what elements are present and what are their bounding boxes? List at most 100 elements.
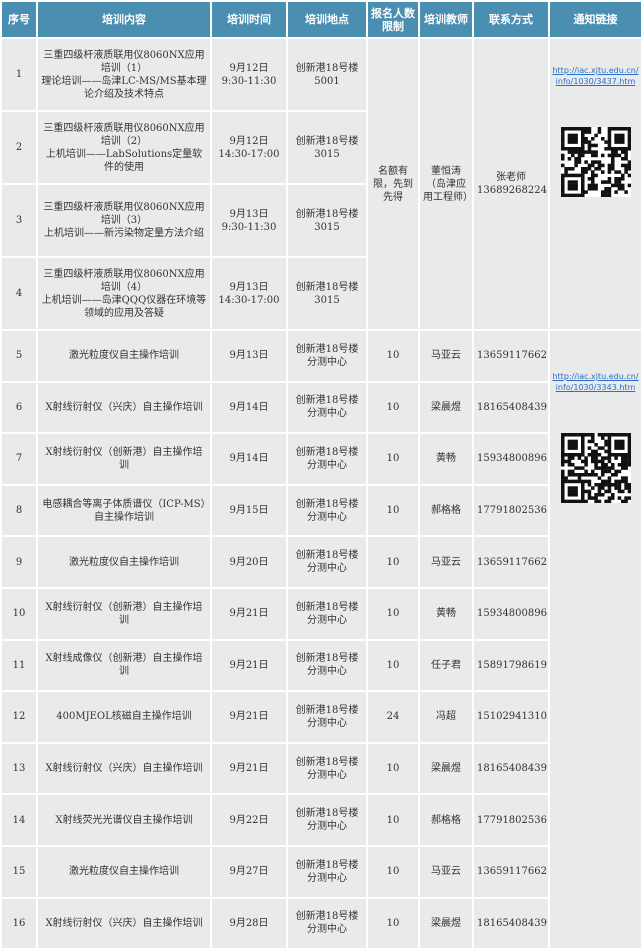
row-no: 15	[0, 844, 38, 899]
table-row: 15 激光粒度仪自主操作培训 9月27日 创新港18号楼分测中心 10 马亚云 136591…	[0, 844, 641, 899]
row-time: 9月13日 14:30-17:00	[210, 256, 288, 331]
row-content: X射线衍射仪（兴庆）自主操作培训	[36, 741, 212, 796]
table-row: 9 激光粒度仪自主操作培训 9月20日 创新港18号楼分测中心 10 马亚云 1365911…	[0, 535, 641, 589]
table-row: 1 三重四级杆液质联用仪8060NX应用培训（1） 理论培训——岛津LC-MS/MS…	[0, 37, 641, 331]
row-time-line: 9:30-11:30	[221, 75, 277, 87]
row-time-line: 9月12日	[229, 135, 269, 147]
row-content: 三重四级杆液质联用仪8060NX应用培训（4） 上机培训——岛津QQQ仪器在环境等…	[36, 256, 212, 331]
row-place: 创新港18号楼分测中心	[286, 638, 368, 693]
row-time-line: 9:30-11:30	[221, 221, 277, 233]
row-content: X射线衍射仪（创新港）自主操作培训	[36, 586, 212, 641]
row-contact: 18165408439	[472, 896, 550, 950]
notify-link-cell: http://iac.xjtu.edu.cn/info/1030/3437.ht…	[548, 37, 641, 331]
header-contact: 联系方式	[472, 0, 550, 39]
header-time: 培训时间	[210, 0, 288, 39]
row-place: 创新港18号楼分测中心	[286, 793, 368, 847]
row-teacher: 任子君	[418, 638, 474, 693]
header-no: 序号	[0, 0, 38, 39]
row-content: X射线荧光光谱仪自主操作培训	[36, 793, 212, 847]
row-time: 9月21日	[210, 741, 288, 796]
row-no: 16	[0, 896, 38, 950]
row-teacher: 梁晨煜	[418, 380, 474, 435]
row-content-line: 三重四级杆液质联用仪8060NX应用培训（2）	[43, 122, 205, 147]
row-limit: 10	[366, 741, 420, 796]
row-limit: 名额有限，先到先得	[366, 37, 420, 331]
row-place: 创新港18号楼分测中心	[286, 741, 368, 796]
row-no: 8	[0, 483, 38, 538]
row-limit: 10	[366, 329, 420, 383]
row-limit: 10	[366, 483, 420, 538]
row-place: 创新港18号楼分测中心	[286, 380, 368, 435]
row-limit: 10	[366, 638, 420, 693]
row-content: X射线衍射仪（创新港）自主操作培训	[36, 432, 212, 486]
table-row: 14 X射线荧光光谱仪自主操作培训 9月22日 创新港18号楼分测中心 10 郝格格 177…	[0, 793, 641, 847]
table-row: 5 激光粒度仪自主操作培训 9月13日 创新港18号楼分测中心 10 马亚云 1365911…	[0, 328, 641, 950]
row-limit: 10	[366, 586, 420, 641]
qr-code-icon	[560, 127, 631, 197]
row-limit: 10	[366, 844, 420, 899]
row-time: 9月20日	[210, 535, 288, 589]
row-contact: 15102941310	[472, 690, 550, 744]
row-time: 9月14日	[210, 432, 288, 486]
notify-link[interactable]: http://iac.xjtu.edu.cn/info/1030/3343.ht…	[551, 371, 640, 393]
row-contact: 18165408439	[472, 380, 550, 435]
table-row: 13 X射线衍射仪（兴庆）自主操作培训 9月21日 创新港18号楼分测中心 10 梁晨煜 1…	[0, 741, 641, 796]
row-place: 创新港18号楼分测中心	[286, 586, 368, 641]
row-time-line: 14:30-17:00	[218, 148, 280, 160]
table-row: 6 X射线衍射仪（兴庆）自主操作培训 9月14日 创新港18号楼分测中心 10 梁晨煜 18…	[0, 380, 641, 435]
row-no: 6	[0, 380, 38, 435]
header-place: 培训地点	[286, 0, 368, 39]
row-place: 创新港18号楼5001	[286, 37, 368, 112]
row-no: 1	[0, 37, 38, 112]
row-time: 9月27日	[210, 844, 288, 899]
table-row: 11 X射线成像仪（创新港）自主操作培训 9月21日 创新港18号楼分测中心 10 任子君…	[0, 638, 641, 693]
row-place: 创新港18号楼3015	[286, 183, 368, 258]
row-contact: 15891798619	[472, 638, 550, 693]
qr-code-icon	[560, 433, 631, 503]
table-row: 16 X射线衍射仪（兴庆）自主操作培训 9月28日 创新港18号楼分测中心 10 梁晨煜 1…	[0, 896, 641, 950]
notify-link[interactable]: http://iac.xjtu.edu.cn/info/1030/3437.ht…	[551, 65, 640, 87]
row-limit: 10	[366, 535, 420, 589]
row-contact: 13659117662	[472, 844, 550, 899]
row-contact: 18165408439	[472, 741, 550, 796]
row-teacher: 梁晨煜	[418, 896, 474, 950]
row-no: 14	[0, 793, 38, 847]
row-time-line: 9月13日	[229, 208, 269, 220]
row-teacher: 董恒涛（岛津应用工程师）	[418, 37, 474, 331]
row-time: 9月22日	[210, 793, 288, 847]
row-time: 9月21日	[210, 690, 288, 744]
row-place: 创新港18号楼分测中心	[286, 535, 368, 589]
row-teacher: 冯超	[418, 690, 474, 744]
row-time: 9月13日	[210, 329, 288, 383]
row-limit: 10	[366, 432, 420, 486]
row-content: 激光粒度仪自主操作培训	[36, 329, 212, 383]
row-time: 9月13日 9:30-11:30	[210, 183, 288, 258]
row-time: 9月12日 9:30-11:30	[210, 37, 288, 112]
row-limit: 10	[366, 380, 420, 435]
row-contact: 张老师13689268224	[472, 37, 550, 331]
row-content: 电感耦合等离子体质谱仪（ICP-MS）自主操作培训	[36, 483, 212, 538]
table-row: 10 X射线衍射仪（创新港）自主操作培训 9月21日 创新港18号楼分测中心 10 黄畅 1…	[0, 586, 641, 641]
row-content-line: 上机培训——岛津QQQ仪器在环境等领域的应用及答疑	[41, 294, 207, 319]
header-content: 培训内容	[36, 0, 212, 39]
row-time: 9月21日	[210, 586, 288, 641]
notify-link-cell: http://iac.xjtu.edu.cn/info/1030/3343.ht…	[548, 328, 641, 950]
row-place: 创新港18号楼分测中心	[286, 329, 368, 383]
row-teacher: 黄畅	[418, 586, 474, 641]
row-content: X射线衍射仪（兴庆）自主操作培训	[36, 380, 212, 435]
row-content: 激光粒度仪自主操作培训	[36, 535, 212, 589]
row-teacher: 马亚云	[418, 329, 474, 383]
row-no: 7	[0, 432, 38, 486]
row-place: 创新港18号楼分测中心	[286, 483, 368, 538]
header-teacher: 培训教师	[418, 0, 474, 39]
row-contact: 13659117662	[472, 329, 550, 383]
row-no: 2	[0, 110, 38, 185]
row-no: 13	[0, 741, 38, 796]
table-row: 7 X射线衍射仪（创新港）自主操作培训 9月14日 创新港18号楼分测中心 10 黄畅 15…	[0, 432, 641, 486]
row-place: 创新港18号楼分测中心	[286, 432, 368, 486]
row-contact: 13659117662	[472, 535, 550, 589]
row-contact: 15934800896	[472, 586, 550, 641]
row-limit: 10	[366, 896, 420, 950]
row-place: 创新港18号楼3015	[286, 256, 368, 331]
training-schedule-table: 序号 培训内容 培训时间 培训地点 报名人数限制 培训教师 联系方式 通知链接 …	[0, 0, 641, 950]
